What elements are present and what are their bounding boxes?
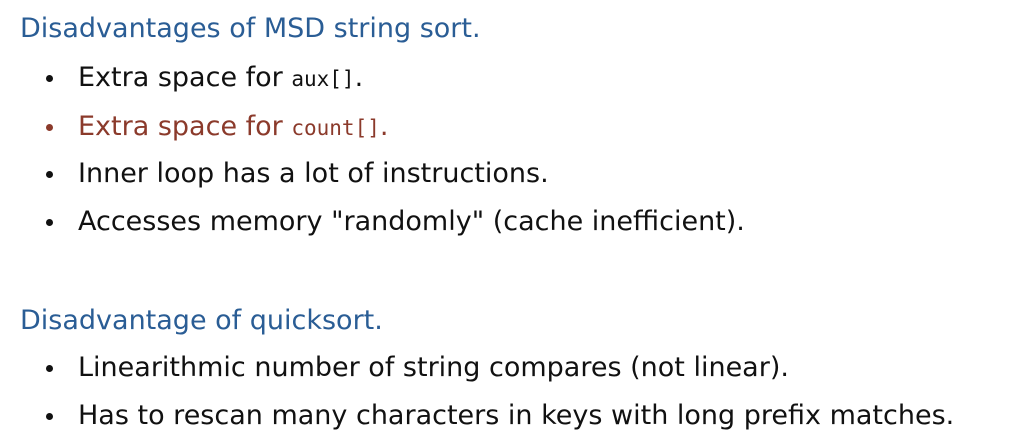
code-count: count[] bbox=[291, 116, 380, 140]
list-item-text: Extra space for aux[]. bbox=[78, 64, 363, 91]
bullet-icon bbox=[46, 413, 53, 420]
bullet-icon bbox=[46, 219, 53, 226]
slide: Disadvantages of MSD string sort. Extra … bbox=[0, 0, 1024, 446]
bullet-icon bbox=[46, 124, 53, 131]
bullet-icon bbox=[46, 75, 53, 82]
code-aux: aux[] bbox=[291, 67, 355, 91]
quicksort-disadvantage-heading: Disadvantage of quicksort. bbox=[20, 305, 383, 336]
list-item-punctuation: . bbox=[354, 62, 364, 93]
list-item-label: Inner loop has a lot of instructions. bbox=[78, 158, 549, 189]
list-item-label: Accesses memory "randomly" (cache ineffi… bbox=[78, 206, 745, 237]
list-item-label: Linearithmic number of string compares (… bbox=[78, 352, 789, 383]
list-item-punctuation: . bbox=[379, 111, 389, 142]
list-item-label: Extra space for bbox=[78, 111, 292, 142]
list-item-text: Extra space for count[]. bbox=[78, 113, 388, 140]
list-item-label: Extra space for bbox=[78, 62, 292, 93]
bullet-icon bbox=[46, 171, 53, 178]
msd-disadvantages-heading: Disadvantages of MSD string sort. bbox=[20, 13, 481, 44]
bullet-icon bbox=[46, 365, 53, 372]
list-item-label: Has to rescan many characters in keys wi… bbox=[78, 400, 955, 431]
